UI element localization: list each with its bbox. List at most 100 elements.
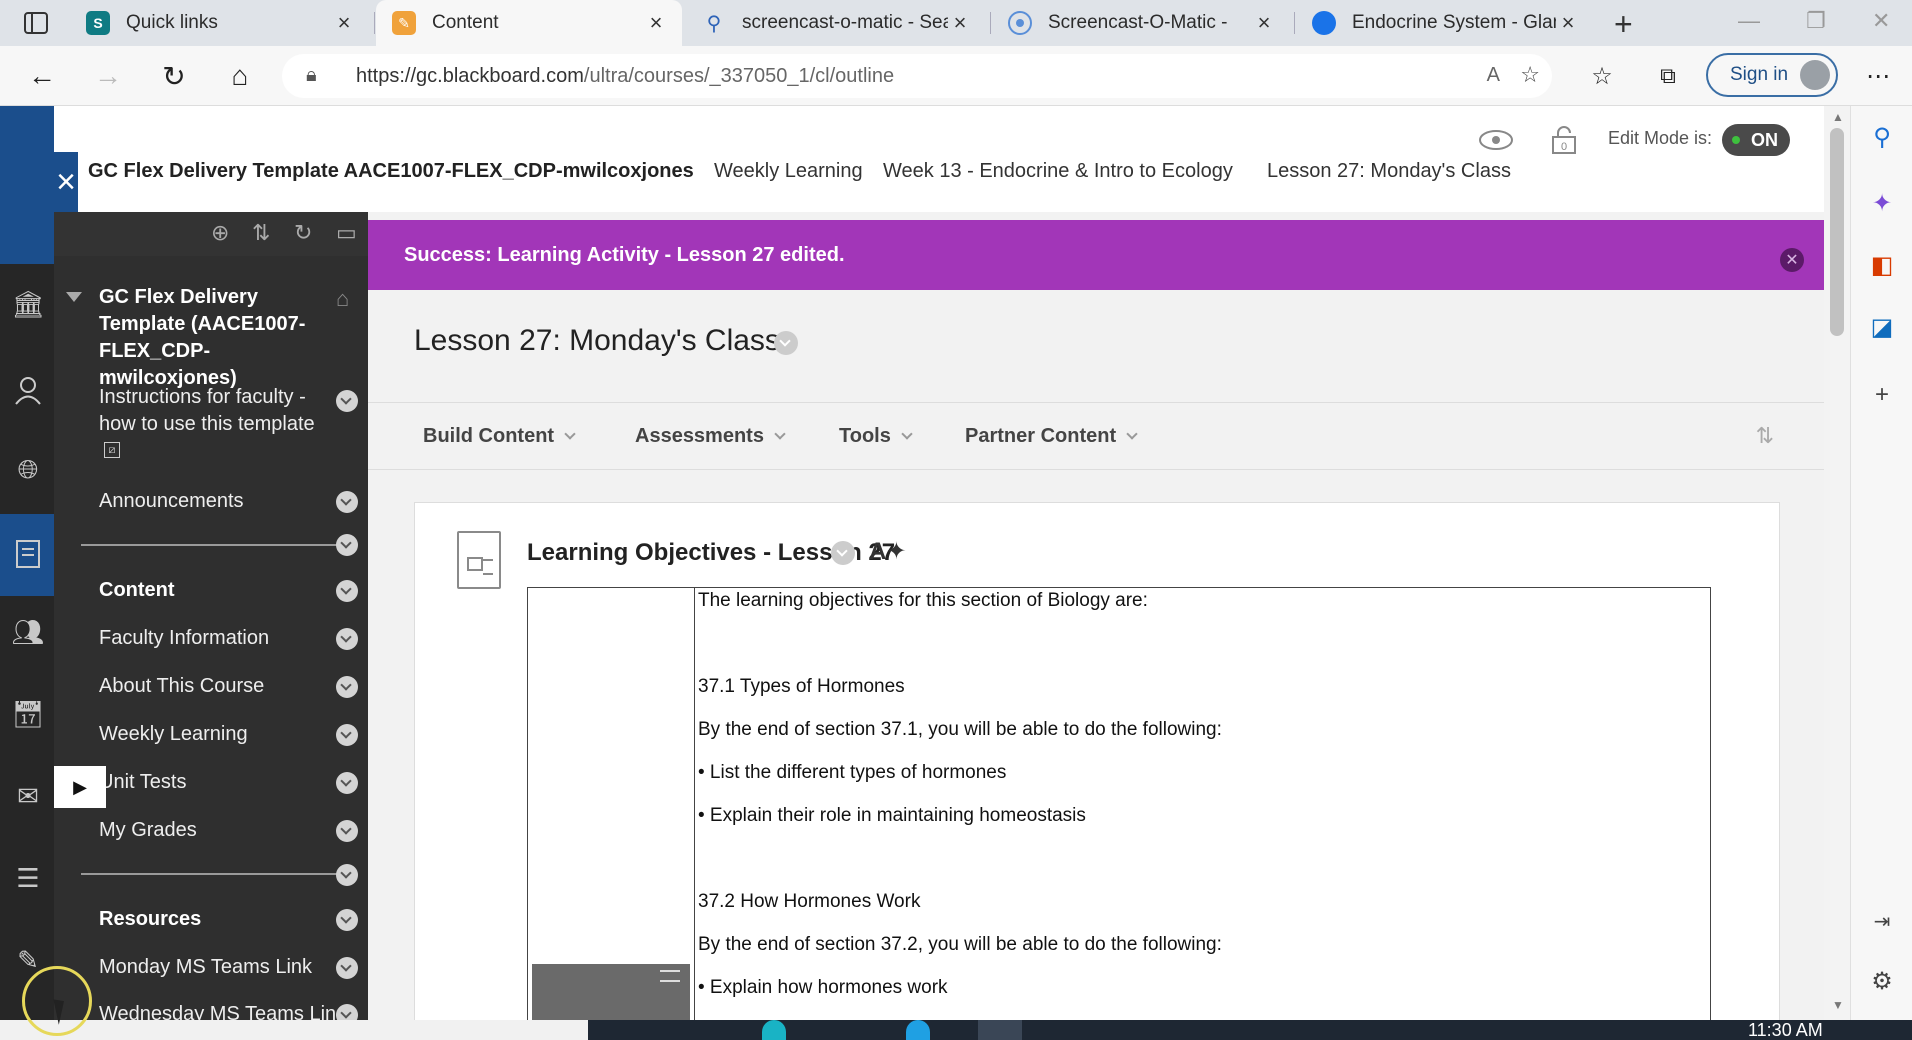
tab-actions-icon[interactable]: [16, 10, 56, 36]
lock-status-icon[interactable]: 0: [1546, 124, 1582, 156]
close-tab-icon[interactable]: ×: [332, 10, 356, 36]
partner-content-menu[interactable]: Partner Content: [965, 425, 1138, 448]
close-tab-icon[interactable]: ×: [1252, 10, 1276, 36]
favorites-icon[interactable]: ☆: [1584, 58, 1620, 94]
menu-heading-resources[interactable]: Resources: [99, 906, 329, 933]
url-text[interactable]: https://gc.blackboard.com/ultra/courses/…: [356, 65, 894, 88]
alternative-formats-icon[interactable]: A✦: [869, 537, 906, 566]
add-sidebar-icon[interactable]: +: [1867, 380, 1897, 410]
menu-item-weekly-learning[interactable]: Weekly Learning: [99, 721, 329, 748]
outlook-icon[interactable]: ◪: [1867, 312, 1897, 342]
search-icon[interactable]: ⚲: [1867, 122, 1897, 152]
menu-item-wednesday-teams[interactable]: Wednesday MS Teams Link: [99, 1001, 335, 1020]
menu-item-options-icon[interactable]: [336, 909, 358, 931]
profile-icon[interactable]: [12, 374, 44, 406]
menu-item-options-icon[interactable]: [336, 957, 358, 979]
reorder-icon[interactable]: ⇅: [252, 220, 270, 246]
taskbar-app-icon[interactable]: [762, 1020, 786, 1040]
favorite-star-icon[interactable]: ☆: [1520, 62, 1540, 88]
courses-icon[interactable]: [12, 538, 44, 570]
menu-item-options-icon[interactable]: [336, 628, 358, 650]
add-menu-item-icon[interactable]: ⊕: [211, 220, 229, 246]
taskbar-active-app[interactable]: [978, 1020, 1022, 1040]
messages-icon[interactable]: ✉︎: [12, 780, 44, 812]
dismiss-banner-icon[interactable]: ✕: [1780, 248, 1804, 272]
grades-icon[interactable]: ☰: [12, 862, 44, 894]
institution-icon[interactable]: 🏛︎: [12, 288, 45, 320]
scroll-down-icon[interactable]: ▼: [1832, 998, 1844, 1012]
scroll-thumb[interactable]: [1830, 128, 1844, 336]
office-icon[interactable]: ◧: [1867, 250, 1897, 280]
menu-item-about-this-course[interactable]: About This Course: [99, 673, 329, 700]
tab-endocrine[interactable]: Endocrine System - Gland ×: [1296, 0, 1594, 46]
course-home-icon[interactable]: ⌂: [336, 286, 349, 312]
menu-item-monday-teams[interactable]: Monday MS Teams Link: [99, 954, 329, 981]
edit-mode-toggle[interactable]: ON: [1722, 124, 1790, 156]
tools-menu[interactable]: Tools: [839, 425, 913, 448]
new-tab-icon[interactable]: +: [1614, 6, 1633, 43]
url-bar[interactable]: 🔒︎ https://gc.blackboard.com/ultra/cours…: [282, 54, 1552, 98]
page-scrollbar[interactable]: ▲ ▼: [1824, 106, 1850, 1020]
menu-item-my-grades[interactable]: My Grades: [99, 817, 329, 844]
taskbar-search-box[interactable]: [0, 1020, 588, 1040]
tab-quick-links[interactable]: S Quick links ×: [70, 0, 370, 46]
menu-item-options-icon[interactable]: [336, 676, 358, 698]
tab-screencast[interactable]: Screencast-O-Matic - ×: [992, 0, 1290, 46]
sign-in-button[interactable]: Sign in: [1706, 53, 1838, 97]
menu-item-options-icon[interactable]: [336, 534, 358, 556]
menu-item-instructions[interactable]: Instructions for faculty - how to use th…: [99, 384, 329, 438]
scroll-up-icon[interactable]: ▲: [1832, 110, 1844, 124]
menu-item-unit-tests[interactable]: Unit Tests: [99, 769, 329, 796]
read-aloud-icon[interactable]: A: [1487, 64, 1500, 87]
menu-item-options-icon[interactable]: [336, 864, 358, 886]
build-content-menu[interactable]: Build Content: [423, 425, 576, 448]
globe-nav-icon[interactable]: 🌐︎: [12, 454, 44, 486]
breadcrumb-weekly-learning[interactable]: Weekly Learning: [714, 160, 863, 183]
tab-screencast-search[interactable]: ⚲ screencast-o-matic - Sear ×: [686, 0, 986, 46]
minimize-icon[interactable]: —: [1738, 8, 1760, 34]
menu-item-options-icon[interactable]: [336, 390, 358, 412]
breadcrumb-week-13[interactable]: Week 13 - Endocrine & Intro to Ecology: [883, 160, 1233, 183]
course-menu-course-name[interactable]: GC Flex Delivery Template (AACE1007-FLEX…: [99, 284, 329, 392]
refresh-icon[interactable]: ↻: [156, 58, 192, 94]
menu-item-options-icon[interactable]: [336, 772, 358, 794]
taskbar-app-icon[interactable]: [906, 1020, 930, 1040]
menu-item-options-icon[interactable]: [336, 491, 358, 513]
copilot-icon[interactable]: ✦: [1867, 188, 1897, 218]
close-tab-icon[interactable]: ×: [948, 10, 972, 36]
folder-view-icon[interactable]: ▭: [336, 220, 357, 246]
course-title[interactable]: GC Flex Delivery Template AACE1007-FLEX_…: [88, 160, 694, 183]
sort-items-icon[interactable]: ⇅: [1756, 423, 1774, 449]
taskbar-clock: 11:30 AM: [1748, 1020, 1823, 1040]
close-course-button[interactable]: ×: [54, 152, 78, 212]
close-tab-icon[interactable]: ×: [644, 10, 668, 36]
menu-heading-content[interactable]: Content: [99, 577, 329, 604]
hide-sidebar-icon[interactable]: ⇥: [1867, 906, 1897, 936]
student-preview-icon[interactable]: [1478, 124, 1514, 156]
close-tab-icon[interactable]: ×: [1556, 10, 1580, 36]
calendar-icon[interactable]: 📅︎: [12, 698, 45, 730]
menu-item-faculty-information[interactable]: Faculty Information: [99, 625, 329, 652]
close-window-icon[interactable]: ✕: [1872, 8, 1890, 34]
home-icon[interactable]: ⌂: [222, 58, 258, 94]
page-options-icon[interactable]: [774, 331, 798, 355]
recording-play-button[interactable]: ▶: [54, 766, 106, 808]
assessments-menu[interactable]: Assessments: [635, 425, 786, 448]
organizations-icon[interactable]: 👥︎: [12, 616, 45, 648]
menu-item-options-icon[interactable]: [336, 820, 358, 842]
refresh-menu-icon[interactable]: ↻: [294, 220, 312, 246]
settings-gear-icon[interactable]: ⚙: [1867, 966, 1897, 996]
tab-content[interactable]: ✎ Content ×: [376, 0, 682, 46]
collections-icon[interactable]: ⧉: [1650, 58, 1686, 94]
menu-item-announcements[interactable]: Announcements: [99, 488, 329, 515]
collapse-menu-icon[interactable]: [66, 292, 82, 302]
menu-item-options-icon[interactable]: [336, 1004, 358, 1020]
forward-icon[interactable]: →: [90, 58, 126, 94]
menu-item-options-icon[interactable]: [336, 580, 358, 602]
menu-item-options-icon[interactable]: [336, 724, 358, 746]
back-icon[interactable]: ←: [24, 58, 60, 94]
restore-icon[interactable]: ❐: [1806, 8, 1826, 34]
breadcrumb-lesson-27[interactable]: Lesson 27: Monday's Class: [1267, 160, 1511, 183]
more-icon[interactable]: ⋯: [1860, 58, 1896, 94]
item-options-icon[interactable]: [831, 541, 855, 565]
